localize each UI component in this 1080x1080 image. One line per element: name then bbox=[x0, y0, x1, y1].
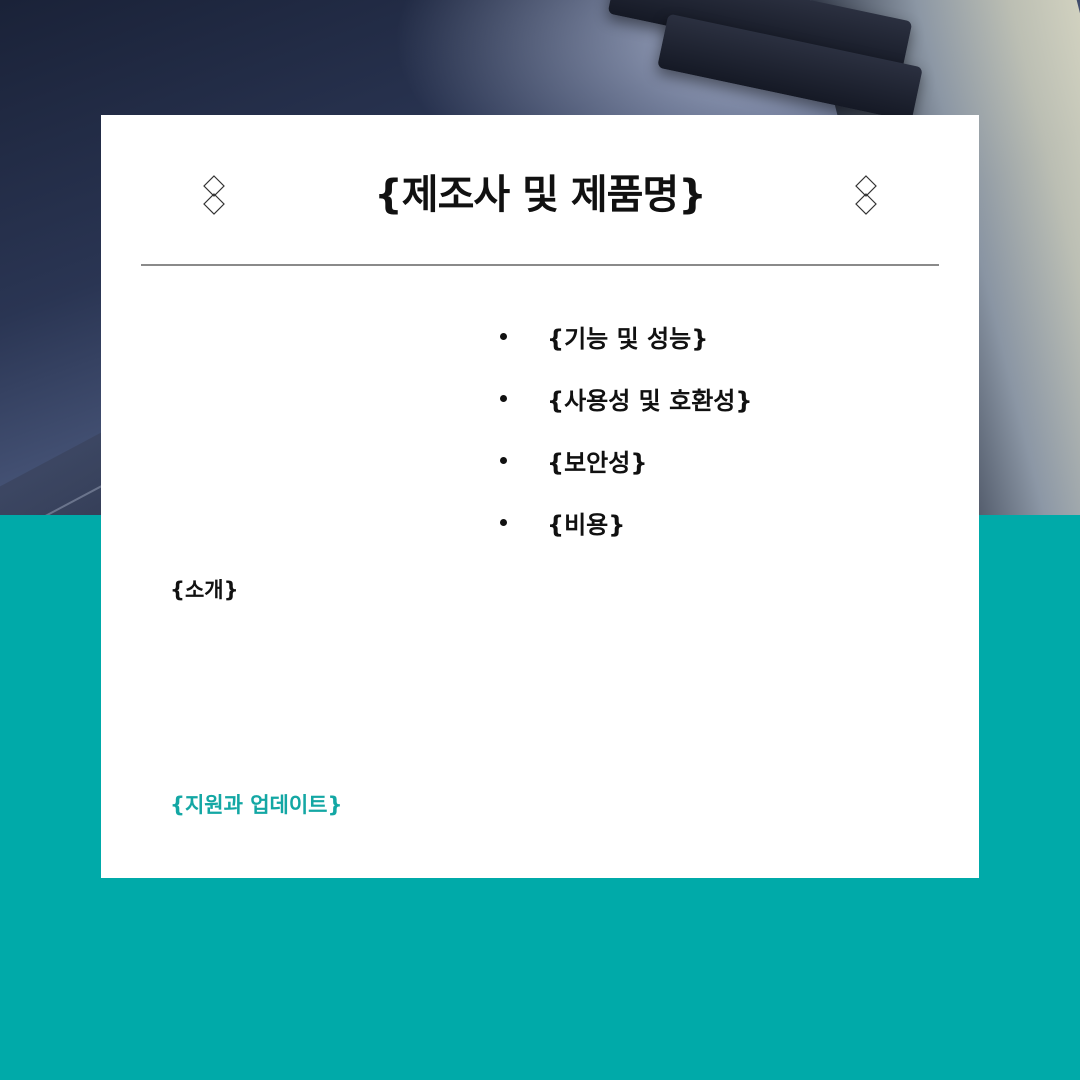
list-item: {사용성 및 호환성} bbox=[500, 378, 752, 418]
feature-label: {비용} bbox=[547, 510, 626, 539]
bullet-icon bbox=[500, 394, 507, 402]
feature-list: {기능 및 성능} {사용성 및 호환성} {보안성} {비용} bbox=[500, 316, 752, 564]
list-item: {보안성} bbox=[500, 440, 752, 480]
title-divider bbox=[141, 264, 939, 266]
list-item: {비용} bbox=[500, 502, 752, 542]
support-text: {지원과 업데이트} bbox=[170, 793, 343, 817]
bullet-icon bbox=[500, 518, 507, 526]
page-title: {제조사 및 제품명} bbox=[374, 172, 706, 218]
feature-label: {보안성} bbox=[547, 448, 648, 477]
feature-label: {기능 및 성능} bbox=[547, 324, 709, 353]
intro-text: {소개} bbox=[170, 578, 239, 602]
feature-label: {사용성 및 호환성} bbox=[547, 386, 753, 415]
bullet-icon bbox=[500, 456, 507, 464]
bullet-icon bbox=[500, 332, 507, 340]
list-item: {기능 및 성능} bbox=[500, 316, 752, 356]
